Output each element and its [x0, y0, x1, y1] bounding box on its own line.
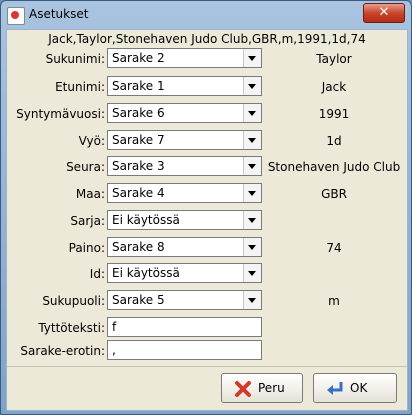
sample-record: Jack,Taylor,Stonehaven Judo Club,GBR,m,1…: [48, 32, 366, 46]
ok-label: OK: [350, 381, 368, 395]
column-select-sarja[interactable]: Ei käytössä: [107, 210, 262, 230]
field-label: Etunimi:: [55, 80, 105, 94]
chevron-down-icon[interactable]: [243, 104, 261, 122]
field-label: Sukunimi:: [45, 52, 105, 66]
girl-text-input[interactable]: f: [107, 317, 262, 337]
chevron-down-icon[interactable]: [243, 211, 261, 229]
column-select-etunimi[interactable]: Sarake 1: [107, 76, 262, 96]
row-syntymavuosi: Syntymävuosi: Sarake 6 1991: [7, 103, 407, 125]
combo-value: Sarake 4: [112, 186, 165, 200]
chevron-down-icon[interactable]: [243, 77, 261, 95]
row-sukupuoli: Sukupuoli: Sarake 5 m: [7, 290, 407, 312]
field-label: Sarake-erotin:: [20, 344, 105, 358]
column-select-maa[interactable]: Sarake 4: [107, 183, 262, 203]
row-sarja: Sarja: Ei käytössä: [7, 210, 407, 232]
row-sukunimi: Sukunimi: Sarake 2 Taylor: [7, 48, 407, 70]
combo-value: Sarake 8: [112, 240, 165, 254]
row-etunimi: Etunimi: Sarake 1 Jack: [7, 76, 407, 98]
combo-value: Sarake 5: [112, 293, 165, 307]
preview-value: Stonehaven Judo Club: [267, 160, 401, 174]
field-label: Maa:: [75, 187, 105, 201]
preview-value: m: [328, 294, 340, 308]
field-label: Seura:: [66, 160, 105, 174]
return-arrow-icon: [327, 382, 343, 395]
cancel-button[interactable]: Peru: [221, 373, 303, 403]
combo-value: Ei käytössä: [112, 213, 180, 227]
separator-input[interactable]: ,: [107, 340, 262, 360]
column-select-syntymavuosi[interactable]: Sarake 6: [107, 103, 262, 123]
chevron-down-icon[interactable]: [243, 157, 261, 175]
combo-value: Sarake 2: [112, 51, 165, 65]
combo-value: Ei käytössä: [112, 266, 180, 280]
preview-value: Taylor: [316, 52, 352, 66]
field-label: Sukupuoli:: [42, 294, 105, 308]
chevron-down-icon[interactable]: [243, 131, 261, 149]
row-seura: Seura: Sarake 3 Stonehaven Judo Club: [7, 156, 407, 178]
preview-value: 1d: [326, 134, 342, 148]
cancel-icon: [235, 381, 251, 397]
preview-value: 1991: [318, 107, 350, 121]
field-label: Id:: [89, 267, 105, 281]
column-select-seura[interactable]: Sarake 3: [107, 156, 262, 176]
cancel-label: Peru: [258, 381, 285, 395]
combo-value: Sarake 7: [112, 133, 165, 147]
combo-value: Sarake 6: [112, 106, 165, 120]
chevron-down-icon[interactable]: [243, 291, 261, 309]
button-panel: Peru OK: [7, 366, 407, 411]
chevron-down-icon[interactable]: [243, 184, 261, 202]
preview-value: GBR: [321, 187, 347, 201]
combo-value: Sarake 3: [112, 159, 165, 173]
dialog-content: Jack,Taylor,Stonehaven Judo Club,GBR,m,1…: [6, 29, 408, 411]
row-tyttoteksti: Tyttöteksti: f: [7, 317, 407, 339]
field-label: Sarja:: [70, 214, 105, 228]
ok-button[interactable]: OK: [313, 373, 397, 403]
preview-value: Jack: [321, 80, 347, 94]
settings-dialog: Asetukset ✕ Jack,Taylor,Stonehaven Judo …: [0, 0, 412, 415]
row-maa: Maa: Sarake 4 GBR: [7, 183, 407, 205]
field-label: Tyttöteksti:: [38, 321, 105, 335]
column-select-vyo[interactable]: Sarake 7: [107, 130, 262, 150]
field-label: Paino:: [68, 241, 105, 255]
close-button[interactable]: ✕: [363, 3, 405, 23]
field-label: Syntymävuosi:: [16, 107, 105, 121]
chevron-down-icon[interactable]: [243, 264, 261, 282]
column-select-paino[interactable]: Sarake 8: [107, 237, 262, 257]
combo-value: Sarake 1: [112, 79, 165, 93]
field-label: Vyö:: [78, 134, 105, 148]
app-icon: [7, 7, 25, 25]
chevron-down-icon[interactable]: [243, 49, 261, 67]
title-bar[interactable]: Asetukset ✕: [1, 1, 411, 29]
row-id: Id: Ei käytössä: [7, 263, 407, 285]
row-vyo: Vyö: Sarake 7 1d: [7, 130, 407, 152]
preview-value: 74: [326, 241, 342, 255]
row-paino: Paino: Sarake 8 74: [7, 237, 407, 259]
row-separator: Sarake-erotin: ,: [7, 340, 407, 362]
window-title: Asetukset: [29, 7, 89, 21]
column-select-sukunimi[interactable]: Sarake 2: [107, 48, 262, 68]
column-select-id[interactable]: Ei käytössä: [107, 263, 262, 283]
column-select-sukupuoli[interactable]: Sarake 5: [107, 290, 262, 310]
chevron-down-icon[interactable]: [243, 238, 261, 256]
